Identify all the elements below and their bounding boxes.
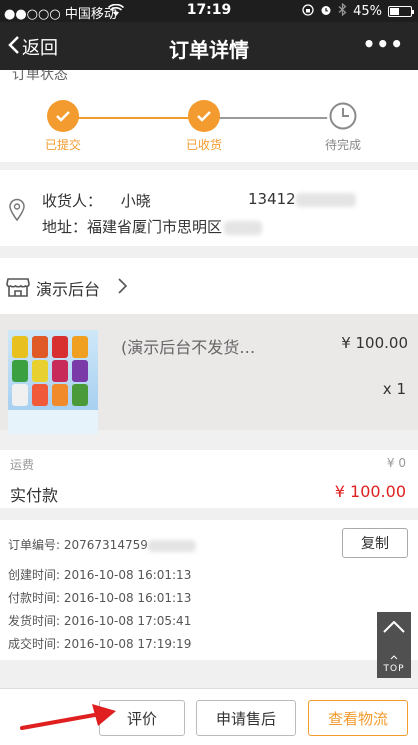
small-chevron-up-icon xyxy=(390,645,398,664)
red-arrow-annotation-icon xyxy=(20,696,120,740)
shipping-label: 运费 xyxy=(10,458,35,472)
chevron-right-icon xyxy=(118,278,128,298)
after-sale-button[interactable]: 申请售后 xyxy=(196,700,296,736)
step-submitted: 已提交 xyxy=(13,100,113,153)
status-bar: ●●○○○ 中国移动 17:19 45% xyxy=(0,0,418,22)
order-status-title: 订单状态 xyxy=(12,70,68,83)
info-label: 创建时间: xyxy=(8,568,61,582)
info-label: 发货时间: xyxy=(8,614,61,628)
paid-value: ¥ 100.00 xyxy=(334,482,406,501)
order-number-row: 订单编号: 20767314759 xyxy=(8,536,196,553)
payment-summary: 运费 ¥ 0 实付款 ¥ 100.00 xyxy=(0,450,418,508)
check-icon xyxy=(47,100,79,132)
created-time-row: 创建时间: 2016-10-08 16:01:13 xyxy=(8,566,191,583)
step-complete: 待完成 xyxy=(293,100,393,153)
copy-button[interactable]: 复制 xyxy=(342,528,408,558)
order-number: 20767314759 xyxy=(63,538,148,552)
info-label: 成交时间: xyxy=(8,637,61,651)
step-label: 已收货 xyxy=(185,138,222,152)
view-logistics-button[interactable]: 查看物流 xyxy=(308,700,408,736)
shipped-time-row: 发货时间: 2016-10-08 17:05:41 xyxy=(8,612,191,629)
order-info-section: 订单编号: 20767314759 复制 创建时间: 2016-10-08 16… xyxy=(0,520,418,660)
info-value: 2016-10-08 17:19:19 xyxy=(63,637,192,651)
product-quantity: x 1 xyxy=(382,380,406,398)
product-name: (演示后台不发货… xyxy=(121,338,256,357)
store-icon xyxy=(6,276,30,302)
info-value: 2016-10-08 17:05:41 xyxy=(63,614,192,628)
clock-icon xyxy=(327,100,359,132)
info-label: 付款时间: xyxy=(8,591,61,605)
step-label: 待完成 xyxy=(324,138,361,152)
address-section[interactable]: 收货人： 小晓 13412 地址：福建省厦门市思明区 xyxy=(0,170,418,246)
order-number-label: 订单编号: xyxy=(8,538,61,552)
navigation-bar: 返回 订单详情 ••• xyxy=(0,22,418,70)
alarm-icon xyxy=(320,4,332,20)
chevron-up-icon xyxy=(383,618,405,637)
battery-percent: 45% xyxy=(353,4,382,19)
receiver-name: 小晓 xyxy=(120,192,151,210)
top-label: TOP xyxy=(383,664,405,674)
page-title: 订单详情 xyxy=(169,38,249,62)
check-icon xyxy=(188,100,220,132)
address-label: 地址： xyxy=(42,218,88,236)
product-price: ¥ 100.00 xyxy=(341,334,408,352)
order-status-section: 订单状态 已提交 已收货 待完成 xyxy=(0,70,418,162)
paid-time-row: 付款时间: 2016-10-08 16:01:13 xyxy=(8,589,191,606)
info-value: 2016-10-08 16:01:13 xyxy=(63,568,192,582)
rotation-lock-icon xyxy=(302,3,314,20)
address-row: 地址：福建省厦门市思明区 xyxy=(42,216,263,237)
paid-label: 实付款 xyxy=(10,486,59,505)
bluetooth-icon xyxy=(338,2,347,20)
shop-name[interactable]: 演示后台 xyxy=(36,276,100,300)
address-text: 福建省厦门市思明区 xyxy=(87,218,223,236)
battery-icon xyxy=(388,6,414,17)
shipping-value: ¥ 0 xyxy=(386,456,406,470)
location-pin-icon xyxy=(8,198,26,226)
receiver-label: 收货人： xyxy=(42,192,103,210)
product-item[interactable]: (演示后台不发货… ¥ 100.00 x 1 xyxy=(0,314,418,434)
shop-section[interactable]: 演示后台 xyxy=(0,258,418,314)
receiver-row: 收货人： 小晓 13412 xyxy=(42,190,356,211)
step-label: 已提交 xyxy=(44,138,81,152)
step-received: 已收货 xyxy=(154,100,254,153)
completed-time-row: 成交时间: 2016-10-08 17:19:19 xyxy=(8,635,191,652)
product-image xyxy=(8,330,98,434)
more-menu-button[interactable]: ••• xyxy=(363,32,404,56)
back-to-top-button[interactable]: TOP xyxy=(377,612,411,678)
info-value: 2016-10-08 16:01:13 xyxy=(63,591,192,605)
receiver-phone: 13412 xyxy=(248,190,356,208)
